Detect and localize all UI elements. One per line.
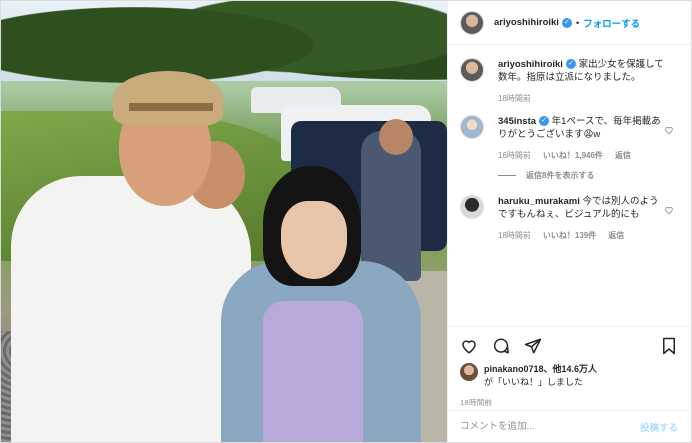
photo-person-back-head xyxy=(379,119,413,155)
verified-icon: ✓ xyxy=(565,59,576,70)
post-photo[interactable] xyxy=(1,1,447,442)
liker-username[interactable]: pinakano0718 xyxy=(484,364,544,374)
view-replies-label: 返信8件を表示する xyxy=(526,171,595,180)
verified-icon: ✓ xyxy=(561,17,572,28)
comment-composer: 投稿する xyxy=(448,410,690,442)
header-username[interactable]: ariyoshihiroiki xyxy=(494,17,559,28)
liker-avatar[interactable] xyxy=(460,363,478,381)
post-comment-button[interactable]: 投稿する xyxy=(640,420,678,434)
comment-item: haruku_murakami 今では別人のようですもんねぇ、ビジュアル的にも … xyxy=(460,195,678,242)
photo-girl-face xyxy=(281,201,347,279)
caption-avatar[interactable] xyxy=(460,58,484,82)
header-separator: • xyxy=(575,17,580,28)
comments-list[interactable]: ariyoshihiroiki ✓ 家出少女を保護して数年。指原は立派になりました… xyxy=(448,46,690,326)
comment-body: 345insta ✓ 年1ペースで、毎年掲載ありがとうございます😩w 16時間前 … xyxy=(498,115,678,162)
comment-input[interactable] xyxy=(460,421,640,432)
comment-body: haruku_murakami 今では別人のようですもんねぇ、ビジュアル的にも … xyxy=(498,195,678,242)
action-bar: pinakano0718、他14.6万人 が「いいね！」しました 18時間前 xyxy=(448,326,690,408)
comment-time[interactable]: 18時間前 xyxy=(498,229,531,242)
instagram-post: ariyoshihiroiki ✓ • フォローする ariyoshihiroi… xyxy=(0,0,692,443)
follow-button[interactable]: フォローする xyxy=(583,16,640,30)
comment-likes[interactable]: いいね！1,946件 xyxy=(543,149,603,162)
comment-meta: 16時間前 いいね！1,946件 返信 xyxy=(498,149,664,162)
comment-likes[interactable]: いいね！139件 xyxy=(543,229,596,242)
comment-username[interactable]: haruku_murakami xyxy=(498,196,580,207)
comment-meta: 18時間前 いいね！139件 返信 xyxy=(498,229,664,242)
heart-icon[interactable] xyxy=(664,125,674,135)
share-icon[interactable] xyxy=(524,337,542,355)
caption: ariyoshihiroiki ✓ 家出少女を保護して数年。指原は立派になりました… xyxy=(460,58,678,105)
caption-body: ariyoshihiroiki ✓ 家出少女を保護して数年。指原は立派になりました… xyxy=(498,58,678,105)
action-icons xyxy=(460,335,678,357)
post-time[interactable]: 18時間前 xyxy=(460,397,678,408)
comment-avatar[interactable] xyxy=(460,115,484,139)
likes-count[interactable]: 、他14.6万人 xyxy=(544,364,598,374)
comment-item: 345insta ✓ 年1ペースで、毎年掲載ありがとうございます😩w 16時間前 … xyxy=(460,115,678,162)
replies-divider xyxy=(498,175,516,176)
comment-username[interactable]: 345insta xyxy=(498,116,536,127)
heart-icon[interactable] xyxy=(460,337,478,355)
heart-icon[interactable] xyxy=(664,205,674,215)
view-replies-button[interactable]: 返信8件を表示する xyxy=(498,170,678,181)
photo-man-body xyxy=(11,176,251,442)
reply-button[interactable]: 返信 xyxy=(615,149,631,162)
likes-summary: pinakano0718、他14.6万人 が「いいね！」しました xyxy=(460,363,678,389)
photo-trees xyxy=(1,1,447,111)
photo-girl-inner xyxy=(263,301,363,442)
photo-man-hat xyxy=(113,71,223,126)
caption-meta: 18時間前 xyxy=(498,92,664,105)
photo-man-hatband xyxy=(129,103,213,111)
verified-icon: ✓ xyxy=(539,116,550,127)
bookmark-icon[interactable] xyxy=(660,337,678,355)
comment-icon[interactable] xyxy=(492,337,510,355)
post-sidebar: ariyoshihiroiki ✓ • フォローする ariyoshihiroi… xyxy=(447,1,691,442)
likes-suffix: が「いいね！」しました xyxy=(484,377,584,387)
avatar[interactable] xyxy=(460,10,484,35)
reply-button[interactable]: 返信 xyxy=(608,229,624,242)
caption-username[interactable]: ariyoshihiroiki xyxy=(498,59,563,70)
likes-text: pinakano0718、他14.6万人 が「いいね！」しました xyxy=(484,363,597,389)
post-header: ariyoshihiroiki ✓ • フォローする xyxy=(448,1,691,45)
caption-time[interactable]: 18時間前 xyxy=(498,92,531,105)
comment-avatar[interactable] xyxy=(460,195,484,219)
comment-time[interactable]: 16時間前 xyxy=(498,149,531,162)
